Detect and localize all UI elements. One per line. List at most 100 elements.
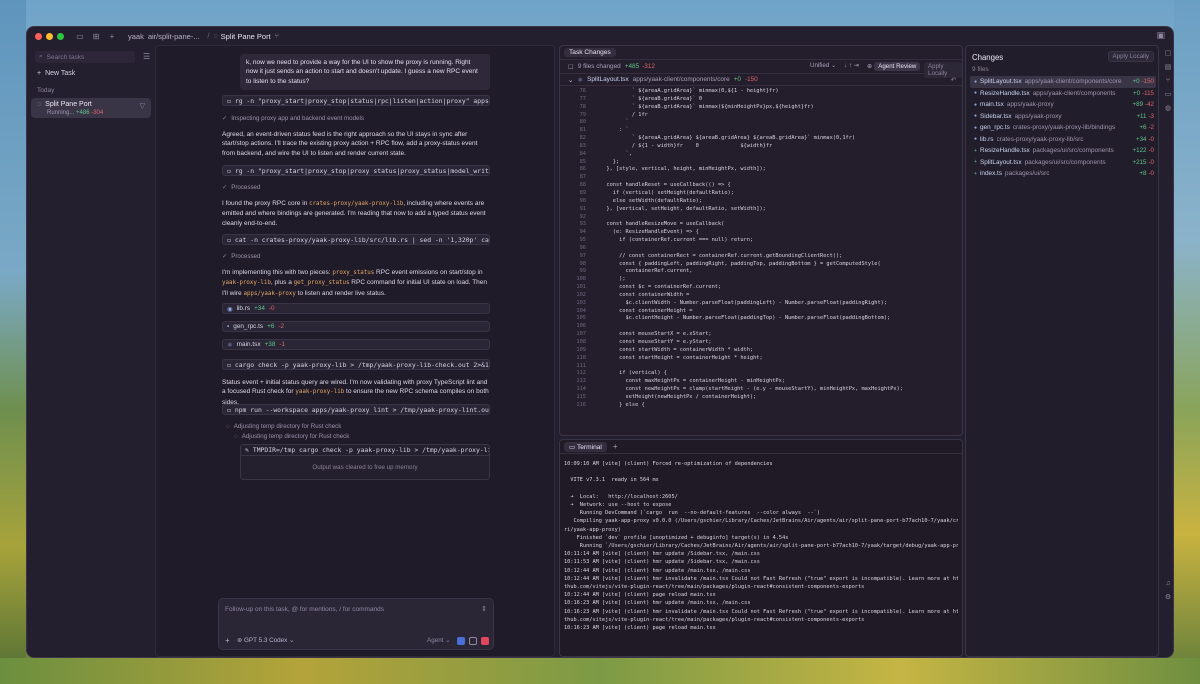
gear-icon[interactable]: ⚙ [1165,593,1171,601]
command-block[interactable]: ▭ cat -n crates-proxy/yaak-proxy-lib/src/… [222,234,490,245]
line-number: 79 [579,111,586,118]
changed-file-row[interactable]: ● main.tsx apps/yaak-proxy +89 -42 [970,99,1156,111]
changed-file-row[interactable]: ● SplitLayout.tsx apps/yaak-client/compone… [970,76,1156,88]
agent-review-button[interactable]: Agent Review [874,62,921,71]
tab-task-changes[interactable]: Task Changes [564,48,616,57]
diff-file-header[interactable]: ⌄ ⚛ SplitLayout.tsx apps/yaak-client/com… [560,74,962,86]
mode-name: Agent [427,637,444,644]
line-text: ); [600,276,626,283]
command-block[interactable]: ▭ rg -n "proxy_start|proxy_stop|status|rp… [222,95,490,106]
composer[interactable]: Follow-up on this task, @ for mentions, … [218,598,494,650]
right-panel-toggle-icon[interactable]: ▣ [1156,30,1165,41]
layout-icon[interactable]: ⊞ [90,30,102,42]
terminal-icon[interactable]: ▭ [1165,90,1172,98]
branch-icon[interactable]: ⑂ [275,33,279,40]
sidebar-toggle-icon[interactable]: ▭ [74,30,86,42]
checkbox-icon[interactable]: ☐ [568,63,574,71]
code-line: 78 ` ${areaB.gridArea}` minmax(${minHeig… [560,104,962,112]
running-spinner-icon: ◌ [213,32,218,40]
message-text: RPC event emissions on start/stop in [374,269,483,276]
status-text: Processed [231,253,261,260]
mode-selector[interactable]: Agent ⌄ [427,637,451,644]
line-text: const mouseStartY = e.yStart; [600,339,712,345]
app-window: ▭ ⊞ + yaak air/split-pane-... / ◌ Split … [26,26,1174,658]
add-terminal-button[interactable]: + [613,442,618,451]
inline-code: yaak-proxy-lib [295,389,345,396]
assistant-message: Agreed, an event-driven status feed is t… [222,131,478,157]
line-number: 91 [579,205,586,212]
command-block[interactable]: ▭ rg -n "proxy_start|proxy_stop|proxy sta… [222,165,490,176]
changed-file-stats: +0 -115 [1133,90,1154,97]
split-icon[interactable]: ⇥ [854,62,859,69]
changed-file-deletions: -0 [1148,135,1154,143]
globe-icon[interactable]: ◍ [1165,104,1171,112]
changed-file-chip[interactable]: ◉ lib.rs +34 -0 [222,303,490,314]
changes-apply-locally-button[interactable]: Apply Locally [1107,51,1154,62]
terminal-line: 10:11:14 AM [vite] (client) hmr update /… [564,551,760,558]
new-task-button[interactable]: + New Task [37,70,155,77]
chevron-down-icon[interactable]: ⌄ [568,76,573,84]
line-text: ` ${areaA.gridArea}` minmax(0,${1 - heig… [600,88,779,94]
stop-button[interactable] [481,637,489,645]
info-icon[interactable] [457,637,465,645]
branch-name[interactable]: air/split-pane-... [148,32,200,41]
arrow-down-icon[interactable]: ↓ [844,62,847,69]
changed-file-row[interactable]: + ResizeHandle.tsx packages/ui/src/compone… [970,145,1156,157]
changed-file-path: packages/ui/src/components [1032,147,1114,155]
attach-icon[interactable]: + [225,636,230,645]
code-line: 94 (e: ResizeHandleEvent) => { [560,229,962,237]
message-text: I'm implementing this with two pieces: [222,269,333,276]
changed-file-row[interactable]: ● ResizeHandle.tsx apps/yaak-client/compon… [970,88,1156,100]
changed-file-row[interactable]: + index.ts packages/ui/src +8 -0 [970,168,1156,180]
line-text: : ` [600,127,629,134]
line-number: 105 [576,315,586,322]
progress-line: ◌ Adjusting temp directory for Rust check [234,433,349,440]
add-icon[interactable]: + [106,30,118,42]
changed-file-chip[interactable]: ▪ gen_rpc.ts +6 -2 [222,321,490,332]
code-diff: 76 ` ${areaA.gridArea}` minmax(0,${1 - h… [560,86,962,410]
model-selector[interactable]: ⊛ GPT 5.3 Codex ⌄ [237,637,294,644]
changed-file-path: packages/ui/src [1005,170,1050,178]
minimize-window-button[interactable] [46,32,53,40]
line-number: 78 [579,103,586,110]
filter-icon[interactable]: ☰ [143,52,150,61]
output-command[interactable]: ✎ TMPDIR=/tmp cargo check -p yaak-proxy-l… [241,445,489,456]
task-list-item[interactable]: ◌ Split Pane Port Running... +486 -304 ▽ [31,98,151,118]
changed-file-row[interactable]: ● Sidebar.tsx apps/yaak-proxy +11 -3 [970,111,1156,123]
close-window-button[interactable] [35,32,42,40]
tab-terminal[interactable]: ▭ Terminal [564,441,607,452]
changed-file-additions: +8 [1139,170,1147,178]
composer-input[interactable]: Follow-up on this task, @ for mentions, … [225,606,384,613]
line-number: 94 [579,229,586,236]
changed-file-row[interactable]: ● lib.rs crates-proxy/yaak-proxy-lib/src +3… [970,134,1156,146]
view-mode-selector[interactable]: Unified ⌄ [810,62,836,69]
diff-icon[interactable]: ▤ [1165,63,1172,71]
command-block[interactable]: ▭ npm run --workspace apps/yaak-proxy lin… [222,404,490,415]
terminal-line: 10:12:44 AM [vite] (client) page reload … [564,592,716,599]
terminal-tabbar: ▭ Terminal + [560,440,962,454]
changed-file-row[interactable]: ● gen_rpc.ts crates-proxy/yaak-proxy-lib/b… [970,122,1156,134]
changed-file-chip[interactable]: ⚛ main.tsx +38 -1 [222,339,490,350]
code-line: 93 const handleResizeMove = useCallback( [560,221,962,229]
expand-icon[interactable]: ⇕ [481,605,487,613]
settings-icon[interactable] [469,637,477,645]
right-tool-rail: ▢ ▤ ⑂ ▭ ◍ ♫ ⚙ [1161,45,1173,657]
line-text: / 1fr [600,111,648,118]
changed-file-row[interactable]: + SplitLayout.tsx packages/ui/src/componen… [970,157,1156,169]
line-text: setHeight(newHeightPx / containerHeight)… [600,393,757,400]
maximize-window-button[interactable] [57,32,64,40]
bell-icon[interactable]: ♫ [1165,580,1170,587]
revert-icon[interactable]: ↶ [951,76,956,84]
arrow-up-icon[interactable]: ↑ [849,62,852,69]
desktop-wallpaper-right [1174,0,1200,684]
search-tasks-input[interactable]: ⌕ Search tasks [35,51,135,63]
project-name[interactable]: yaak [128,32,144,41]
code-line: 108 const mouseStartY = e.yStart; [560,339,962,347]
line-number: 112 [576,370,586,377]
folder-icon[interactable]: ▢ [1165,49,1172,57]
task-filter-icon[interactable]: ▽ [140,102,145,110]
terminal-panel: ▭ Terminal + 10:09:10 AM [vite] (client)… [559,439,963,657]
git-icon[interactable]: ⑂ [1166,77,1170,84]
desktop-wallpaper-bottom [0,658,1200,684]
command-block[interactable]: ▭ cargo check -p yaak-proxy-lib > /tmp/ya… [222,359,490,370]
